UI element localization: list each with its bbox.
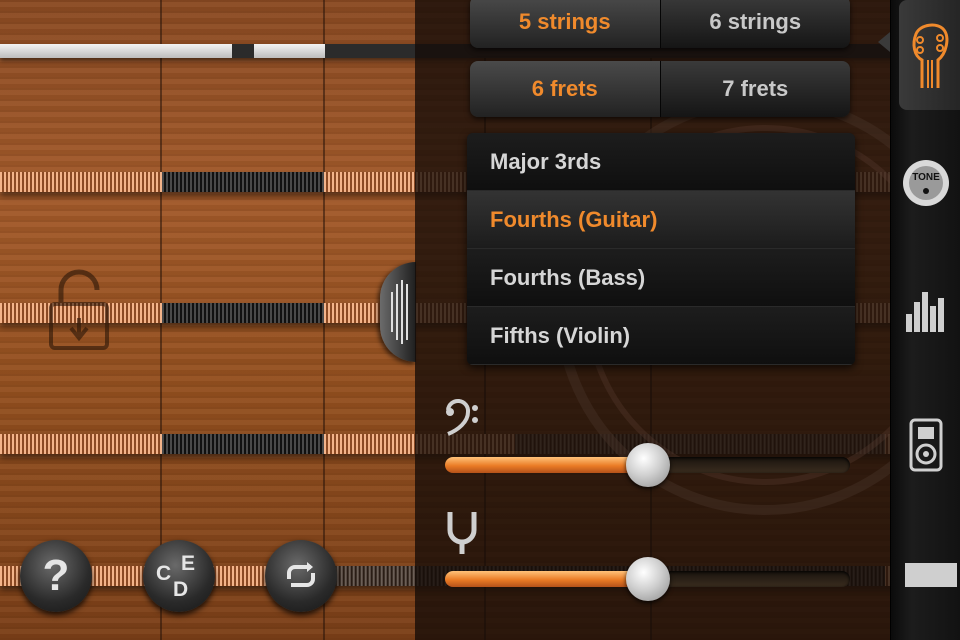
option-6-strings[interactable]: 6 strings — [660, 0, 850, 48]
drawer-handle[interactable] — [380, 262, 416, 362]
tone-label: TONE — [912, 172, 940, 183]
note-c-label: C — [156, 562, 172, 585]
loop-button[interactable] — [265, 540, 337, 612]
frets-segmented-control[interactable]: 6 frets 7 frets — [470, 61, 850, 117]
lock-icon[interactable] — [47, 268, 111, 352]
option-7-frets[interactable]: 7 frets — [660, 61, 850, 117]
sidebar-item-instrument[interactable] — [899, 0, 960, 110]
level-meter-icon — [906, 292, 944, 332]
tuning-fourths-bass[interactable]: Fourths (Bass) — [467, 249, 855, 307]
option-5-strings[interactable]: 5 strings — [470, 0, 661, 48]
note-d-label: D — [173, 578, 189, 601]
tuning-list: Major 3rds Fourths (Guitar) Fourths (Bas… — [467, 133, 855, 365]
tuning-fork-icon — [440, 510, 484, 554]
bass-slider[interactable] — [445, 443, 850, 487]
tuning-fourths-guitar[interactable]: Fourths (Guitar) — [467, 191, 855, 249]
bass-slider-knob[interactable] — [626, 443, 670, 487]
guitar-headstock-icon — [912, 23, 949, 88]
loop-icon — [287, 562, 315, 587]
help-button[interactable]: ? — [20, 540, 92, 612]
tuning-fifths-violin[interactable]: Fifths (Violin) — [467, 307, 855, 365]
note-names-button[interactable]: C E D — [143, 540, 215, 612]
tuning-major-3rds[interactable]: Major 3rds — [467, 133, 855, 191]
sidebar-indicator-bar[interactable] — [905, 563, 957, 587]
sidebar-item-tone[interactable]: TONE — [891, 128, 960, 238]
strings-segmented-control[interactable]: 5 strings 6 strings — [470, 0, 850, 48]
speaker-icon — [909, 418, 943, 472]
sidebar-selection-pointer — [878, 32, 890, 52]
tone-knob-icon: TONE — [903, 160, 949, 206]
tuning-slider-knob[interactable] — [626, 557, 670, 601]
sidebar-item-speaker[interactable] — [891, 390, 960, 500]
bass-slider-fill — [445, 457, 648, 473]
sidebar-item-levels[interactable] — [891, 255, 960, 365]
bass-clef-icon — [440, 396, 484, 440]
tuning-slider[interactable] — [445, 557, 850, 601]
sidebar: TONE — [890, 0, 960, 640]
option-6-frets[interactable]: 6 frets — [470, 61, 661, 117]
tuning-slider-fill — [445, 571, 648, 587]
note-e-label: E — [181, 552, 196, 575]
